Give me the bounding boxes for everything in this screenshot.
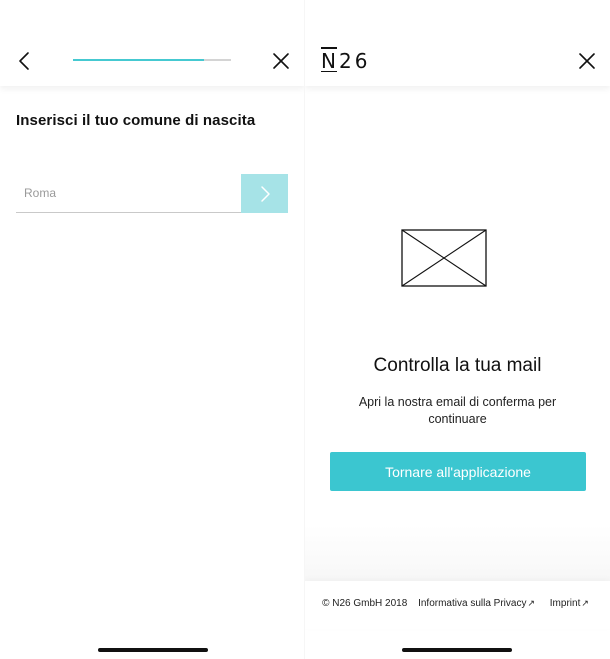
logo-number: 26	[338, 49, 371, 73]
close-icon	[273, 53, 289, 69]
n26-logo: N26	[321, 47, 371, 73]
privacy-link-label: Informativa sulla Privacy	[418, 598, 527, 609]
progress-bar-fill	[73, 59, 205, 61]
external-link-icon: ↗	[527, 598, 535, 608]
page-title: Inserisci il tuo comune di nascita	[16, 112, 256, 129]
home-indicator[interactable]	[98, 648, 208, 652]
back-button[interactable]	[14, 50, 36, 72]
birthplace-input[interactable]	[16, 174, 242, 213]
copyright-text: © N26 GmbH 2018	[322, 598, 408, 609]
top-bar	[0, 0, 305, 86]
close-icon	[579, 53, 595, 69]
chevron-right-icon	[260, 185, 270, 202]
footer-shade	[305, 525, 610, 581]
page-title: Controlla la tua mail	[373, 355, 542, 376]
imprint-link[interactable]: Imprint↗	[550, 598, 593, 609]
footer: © N26 GmbH 2018 Informativa sulla Privac…	[305, 581, 610, 629]
close-button[interactable]	[576, 50, 598, 72]
check-email-screen: N26 Controlla la tua mail Apri la nostra…	[305, 0, 610, 659]
privacy-link[interactable]: Informativa sulla Privacy↗	[418, 598, 539, 609]
instructions-text: Apri la nostra email di conferma per con…	[358, 395, 557, 426]
return-to-app-button[interactable]: Tornare all'applicazione	[330, 452, 586, 491]
envelope-icon	[401, 229, 487, 287]
close-button[interactable]	[270, 50, 292, 72]
birthplace-field	[16, 174, 288, 213]
birthplace-screen: Inserisci il tuo comune di nascita	[0, 0, 305, 659]
external-link-icon: ↗	[581, 598, 589, 608]
chevron-left-icon	[19, 52, 29, 70]
next-button[interactable]	[241, 174, 288, 213]
imprint-link-label: Imprint	[549, 598, 581, 609]
logo-n: N	[321, 47, 339, 73]
home-indicator[interactable]	[402, 648, 512, 652]
top-bar: N26	[305, 0, 610, 86]
progress-bar	[73, 59, 231, 61]
